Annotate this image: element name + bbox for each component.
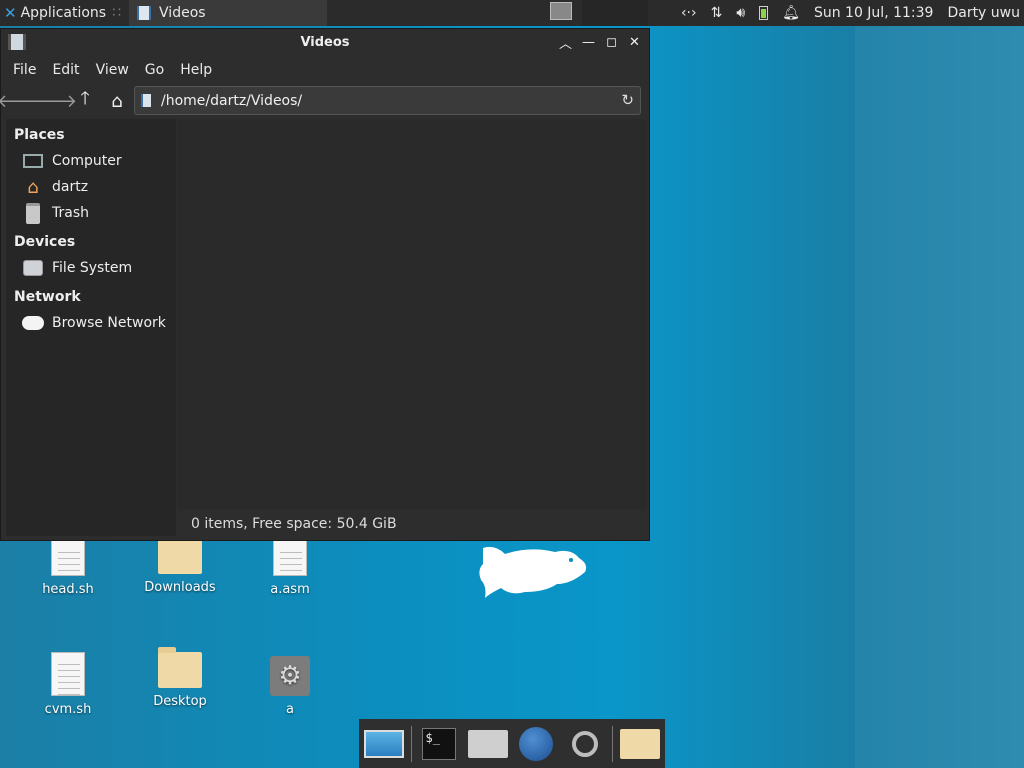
transfer-icon[interactable]: ⇅ [711,5,723,21]
desktop-icon-label: a.asm [270,582,310,597]
bottom-dock: $_ [359,719,665,768]
desktop-icon-a-asm[interactable]: a.asm [240,540,340,597]
sidebar-item-computer[interactable]: Computer [6,148,176,174]
sidebar-item-label: dartz [52,179,89,195]
network-arrows-icon[interactable]: ‹·› [681,5,697,21]
home-folder-icon: ⌂ [27,176,39,198]
desktop-icon-label: head.sh [42,582,94,597]
sidebar-item-label: Trash [52,205,89,221]
desktop-icon-label: cvm.sh [44,702,92,717]
terminal-icon: $_ [422,727,457,760]
film-icon [141,94,151,107]
minimize-button[interactable]: — [580,33,597,51]
applications-label: Applications [20,5,107,21]
system-tray: ‹·› ⇅ 🔊︎ 🔔︎ Sun 10 Jul, 11:39 Darty uwu [681,0,1024,26]
status-bar: 0 items, Free space: 50.4 GiB [177,511,647,537]
notification-bell-icon[interactable]: 🔔︎ [782,5,800,21]
desktop-icon-downloads[interactable]: Downloads [130,535,230,595]
folder-icon [158,647,202,688]
file-manager-window: Videos ︿ — ◻ ✕ File Edit View Go Help 🡐 … [0,28,650,541]
workspace-switcher[interactable] [548,1,582,25]
sidebar-header-places: Places [14,127,65,143]
taskbar-item-videos[interactable]: Videos [129,0,328,26]
menu-edit[interactable]: Edit [44,62,87,78]
shade-button[interactable]: ︿ [557,33,574,52]
sidebar-item-trash[interactable]: Trash [6,200,176,226]
text-file-icon [51,652,85,696]
text-file-icon [273,540,307,576]
status-text: 0 items, Free space: 50.4 GiB [191,516,397,532]
window-titlebar[interactable]: Videos ︿ — ◻ ✕ [1,29,649,57]
user-menu[interactable]: Darty uwu [947,5,1020,21]
menu-go[interactable]: Go [137,62,172,78]
taskbar-item-label: Videos [159,5,206,21]
workspace-area [582,0,648,26]
desktop-icon-label: a [286,702,294,717]
applications-menu-button[interactable]: ✕ Applications ∷ [0,0,125,26]
maximize-button[interactable]: ◻ [603,33,620,51]
desktop-icon-head-sh[interactable]: head.sh [18,540,118,597]
computer-icon [22,151,44,171]
close-button[interactable]: ✕ [626,33,643,51]
globe-icon [519,726,554,761]
forward-arrow-icon[interactable]: 🡒 [29,89,77,113]
sidebar-item-home[interactable]: ⌂ dartz [6,174,176,200]
folder-icon [619,728,660,759]
gear-icon: ⚙ [270,656,310,696]
desktop-icon-label: Desktop [153,694,207,709]
app-finder-launcher[interactable] [563,724,605,764]
clock[interactable]: Sun 10 Jul, 11:39 [814,5,934,21]
menubar: File Edit View Go Help [1,57,649,83]
desktop-background-band [855,26,1024,768]
window-title: Videos [300,35,350,50]
text-file-icon [51,540,85,576]
sidebar-item-label: Browse Network [52,315,166,331]
search-icon [571,730,598,757]
desktop-icon-desktop[interactable]: Desktop [130,647,230,709]
sidebar-item-label: Computer [52,153,122,169]
show-desktop-button[interactable] [363,724,405,764]
workspace-1[interactable] [550,2,572,20]
trash-icon [22,202,44,224]
cloud-icon [22,313,44,333]
xfce-mouse-logo [479,546,587,598]
desktop-icon-cvm-sh[interactable]: cvm.sh [18,652,118,717]
xfce-logo-icon: ✕ [4,4,17,22]
menu-file[interactable]: File [5,62,44,78]
sidebar: Places Computer ⌂ dartz Trash Devices Fi… [6,119,176,536]
location-bar[interactable]: /home/dartz/Videos/ ↻ [134,86,641,115]
top-panel: ✕ Applications ∷ Videos ‹·› ⇅ 🔊︎ 🔔︎ Sun … [0,0,1024,26]
sidebar-header-network: Network [14,289,81,305]
show-desktop-icon [364,729,405,758]
sidebar-item-browse-network[interactable]: Browse Network [6,310,176,336]
location-path[interactable]: /home/dartz/Videos/ [161,93,302,109]
panel-separator-glyph: ∷ [112,5,122,21]
sidebar-item-file-system[interactable]: File System [6,255,176,281]
up-arrow-icon[interactable]: 🡑 [73,88,97,113]
menu-view[interactable]: View [88,62,137,78]
home-icon[interactable]: ⌂ [105,89,129,113]
terminal-launcher[interactable]: $_ [418,724,460,764]
downloads-folder-icon [158,535,202,574]
dock-divider [411,725,413,762]
sidebar-item-label: File System [52,260,133,276]
web-browser-launcher[interactable] [515,724,557,764]
menu-help[interactable]: Help [172,62,220,78]
folder-launcher[interactable] [619,724,661,764]
desktop-icon-label: Downloads [144,580,216,595]
home-folder-icon [467,729,508,758]
battery-icon[interactable] [759,6,769,20]
dock-divider [611,725,613,762]
desktop-icon-a[interactable]: ⚙ a [240,656,340,717]
reload-icon[interactable]: ↻ [621,91,634,109]
drive-icon [22,258,44,278]
volume-icon[interactable]: 🔊︎ [736,5,745,21]
file-manager-launcher[interactable] [467,724,509,764]
file-view[interactable] [177,119,647,509]
film-icon [137,6,152,20]
sidebar-header-devices: Devices [14,234,76,250]
